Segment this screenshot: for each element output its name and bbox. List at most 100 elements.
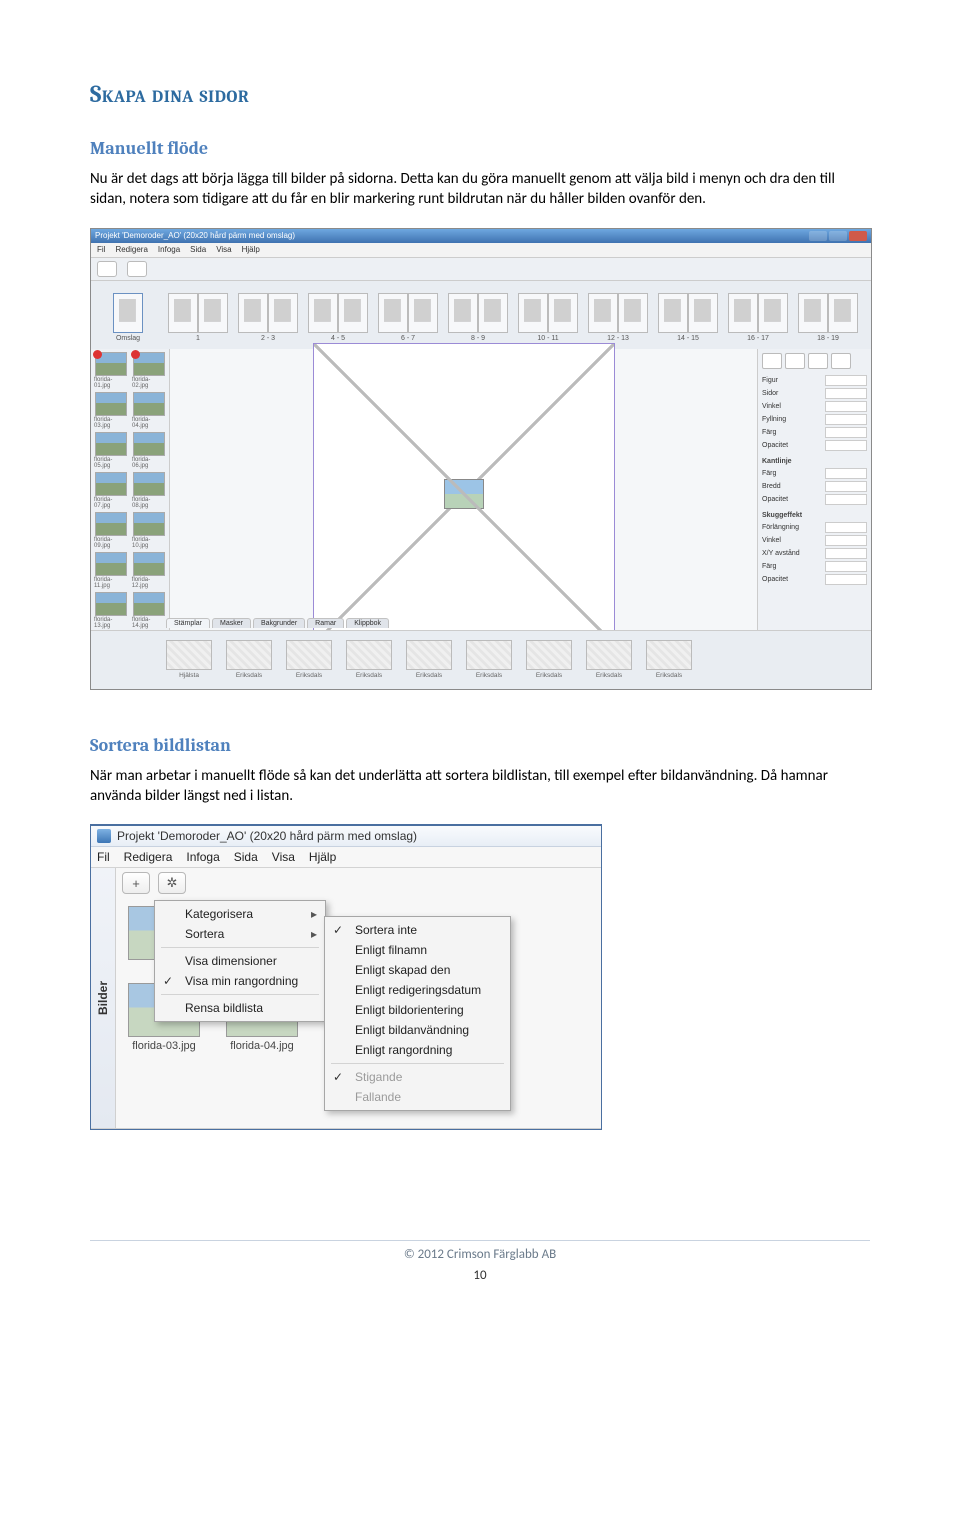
spread-thumb[interactable]: 8 - 9 — [447, 293, 509, 342]
asset-thumb[interactable]: Hjälsta — [166, 640, 212, 679]
left-thumb-column[interactable]: florida-01.jpgflorida-02.jpgflorida-03.j… — [91, 349, 170, 639]
asset-thumb[interactable]: Eriksdals — [586, 640, 632, 679]
sort-submenu[interactable]: Sortera inte Enligt filnamn Enligt skapa… — [324, 916, 511, 1111]
property-row[interactable]: Färg — [762, 426, 867, 439]
spread-thumb[interactable]: 4 - 5 — [307, 293, 369, 342]
panel-tab-3-icon[interactable] — [808, 353, 828, 369]
spread-thumb[interactable]: 14 - 15 — [657, 293, 719, 342]
panel-tab-4-icon[interactable] — [831, 353, 851, 369]
bottom-tab[interactable]: Masker — [212, 618, 251, 628]
sort-none[interactable]: Sortera inte — [325, 920, 510, 940]
bottom-tab[interactable]: Bakgrunder — [253, 618, 305, 628]
image-thumb[interactable]: florida-07.jpg — [94, 472, 128, 509]
menu-hjalp[interactable]: Hjälp — [242, 245, 260, 254]
property-row[interactable]: Opacitet — [762, 573, 867, 586]
panel-tab-1-icon[interactable] — [762, 353, 782, 369]
image-thumb[interactable]: florida-02.jpg — [132, 352, 166, 389]
property-row[interactable]: Bredd — [762, 480, 867, 493]
property-row[interactable]: Vinkel — [762, 534, 867, 547]
image-thumb[interactable]: florida-11.jpg — [94, 552, 128, 589]
panel-tab-2-icon[interactable] — [785, 353, 805, 369]
sort-edited[interactable]: Enligt redigeringsdatum — [325, 980, 510, 1000]
menubar[interactable]: Fil Redigera Infoga Sida Visa Hjälp — [91, 243, 871, 258]
property-row[interactable]: Färg — [762, 560, 867, 573]
menu-sortera[interactable]: Sortera — [155, 924, 325, 944]
sort-filename[interactable]: Enligt filnamn — [325, 940, 510, 960]
image-thumb[interactable]: florida-05.jpg — [94, 432, 128, 469]
menu-kategorisera[interactable]: Kategorisera — [155, 904, 325, 924]
image-thumb[interactable]: florida-12.jpg — [132, 552, 166, 589]
menu-visa[interactable]: Visa — [272, 850, 295, 864]
maximize-icon[interactable] — [829, 231, 847, 241]
property-row[interactable]: X/Y avstånd — [762, 547, 867, 560]
asset-thumb[interactable]: Eriksdals — [346, 640, 392, 679]
menu-visa-dimensioner[interactable]: Visa dimensioner — [155, 951, 325, 971]
gear-button[interactable] — [127, 261, 147, 277]
menu-sida[interactable]: Sida — [234, 850, 258, 864]
image-thumb[interactable]: florida-13.jpg — [94, 592, 128, 629]
image-thumb[interactable]: florida-01.jpg — [94, 352, 128, 389]
sort-created[interactable]: Enligt skapad den — [325, 960, 510, 980]
image-thumb[interactable]: florida-08.jpg — [132, 472, 166, 509]
window-buttons[interactable] — [809, 231, 867, 241]
menu-redigera[interactable]: Redigera — [115, 245, 147, 254]
asset-thumb[interactable]: Eriksdals — [466, 640, 512, 679]
bottom-assets-row[interactable]: StämplarMaskerBakgrunderRamarKlippbok Hj… — [91, 630, 871, 689]
spread-thumb[interactable]: 1 — [167, 293, 229, 342]
asset-thumb[interactable]: Eriksdals — [646, 640, 692, 679]
menu-hjalp[interactable]: Hjälp — [309, 850, 336, 864]
sort-orientation[interactable]: Enligt bildorientering — [325, 1000, 510, 1020]
gear-menu[interactable]: Kategorisera Sortera Visa dimensioner Vi… — [154, 900, 326, 1022]
add-button[interactable] — [97, 261, 117, 277]
property-row[interactable]: Sidor — [762, 387, 867, 400]
sort-ranking[interactable]: Enligt rangordning — [325, 1040, 510, 1060]
property-row[interactable]: Förlängning — [762, 521, 867, 534]
spread-thumb[interactable]: 12 - 13 — [587, 293, 649, 342]
dragged-thumbnail[interactable] — [444, 479, 484, 509]
spread-thumb[interactable]: 6 - 7 — [377, 293, 439, 342]
bilder-panel-label[interactable]: Bilder — [91, 868, 116, 1128]
asset-thumb[interactable]: Eriksdals — [406, 640, 452, 679]
bottom-tab[interactable]: Klippbok — [346, 618, 389, 628]
add-button[interactable]: + — [122, 872, 150, 894]
bottom-tab[interactable]: Stämplar — [166, 618, 210, 628]
property-row[interactable]: Vinkel — [762, 400, 867, 413]
property-row[interactable]: Opacitet — [762, 439, 867, 452]
panel-tab-icons[interactable] — [762, 353, 867, 369]
bottom-tabstrip[interactable]: StämplarMaskerBakgrunderRamarKlippbok — [166, 618, 389, 628]
image-thumb[interactable]: florida-14.jpg — [132, 592, 166, 629]
spread-thumb[interactable]: 10 - 11 — [517, 293, 579, 342]
menu-rensa-bildlista[interactable]: Rensa bildlista — [155, 998, 325, 1018]
gear-button[interactable]: ✲ — [158, 872, 186, 894]
close-icon[interactable] — [849, 231, 867, 241]
image-thumb[interactable]: florida-06.jpg — [132, 432, 166, 469]
spread-thumb[interactable]: 2 - 3 — [237, 293, 299, 342]
menu-sida[interactable]: Sida — [190, 245, 206, 254]
image-thumb[interactable]: florida-09.jpg — [94, 512, 128, 549]
menu-visa-rangordning[interactable]: Visa min rangordning — [155, 971, 325, 991]
image-thumb[interactable]: florida-04.jpg — [132, 392, 166, 429]
bottom-tab[interactable]: Ramar — [307, 618, 344, 628]
spread-thumb[interactable]: Omslag — [97, 293, 159, 342]
asset-thumb[interactable]: Eriksdals — [226, 640, 272, 679]
menu-infoga[interactable]: Infoga — [186, 850, 219, 864]
property-row[interactable]: Färg — [762, 467, 867, 480]
spread-thumb[interactable]: 18 - 19 — [797, 293, 859, 342]
sort-usage[interactable]: Enligt bildanvändning — [325, 1020, 510, 1040]
minimize-icon[interactable] — [809, 231, 827, 241]
property-row[interactable]: Opacitet — [762, 493, 867, 506]
menu-infoga[interactable]: Infoga — [158, 245, 180, 254]
menu-visa[interactable]: Visa — [216, 245, 231, 254]
menu-redigera[interactable]: Redigera — [124, 850, 173, 864]
menubar[interactable]: Fil Redigera Infoga Sida Visa Hjälp — [91, 847, 601, 868]
canvas-area[interactable] — [170, 349, 757, 639]
spread-thumb[interactable]: 16 - 17 — [727, 293, 789, 342]
page-dropzone[interactable] — [313, 343, 615, 645]
image-thumb[interactable]: florida-10.jpg — [132, 512, 166, 549]
menu-fil[interactable]: Fil — [97, 850, 110, 864]
menu-fil[interactable]: Fil — [97, 245, 105, 254]
property-row[interactable]: Fyllning — [762, 413, 867, 426]
asset-thumb[interactable]: Eriksdals — [526, 640, 572, 679]
property-row[interactable]: Figur — [762, 374, 867, 387]
asset-thumb[interactable]: Eriksdals — [286, 640, 332, 679]
